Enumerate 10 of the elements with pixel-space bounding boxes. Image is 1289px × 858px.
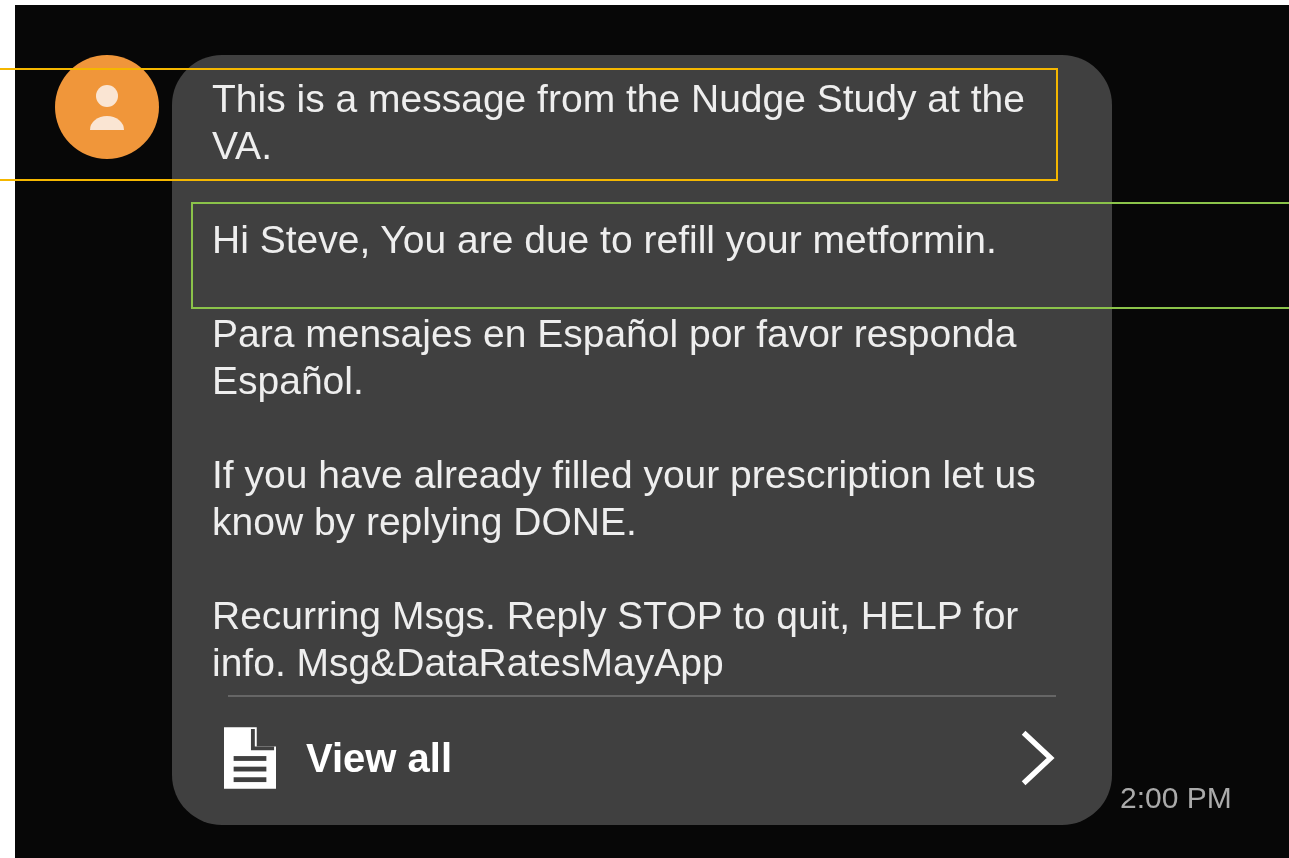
message-time: 2:00 PM — [1120, 781, 1232, 815]
message-text: Hi Steve, You are due to refill your metformin. — [212, 217, 998, 263]
avatar-icon — [55, 55, 159, 159]
message-text: Recurring Msgs. Reply STOP to quit, HELP for info. Msg&DataRatesMayApp — [212, 593, 1020, 686]
message-text: This is a message from the Nudge Study at the VA. — [212, 76, 1026, 169]
message-text: Para mensajes en Español por favor responda Español. — [212, 311, 1018, 404]
chevron-right-icon — [1020, 728, 1056, 788]
view-all-button[interactable]: View all — [212, 697, 1072, 825]
message-text: If you have already filled your prescription let us know by replying DONE. — [212, 452, 1037, 545]
document-icon — [224, 727, 276, 789]
